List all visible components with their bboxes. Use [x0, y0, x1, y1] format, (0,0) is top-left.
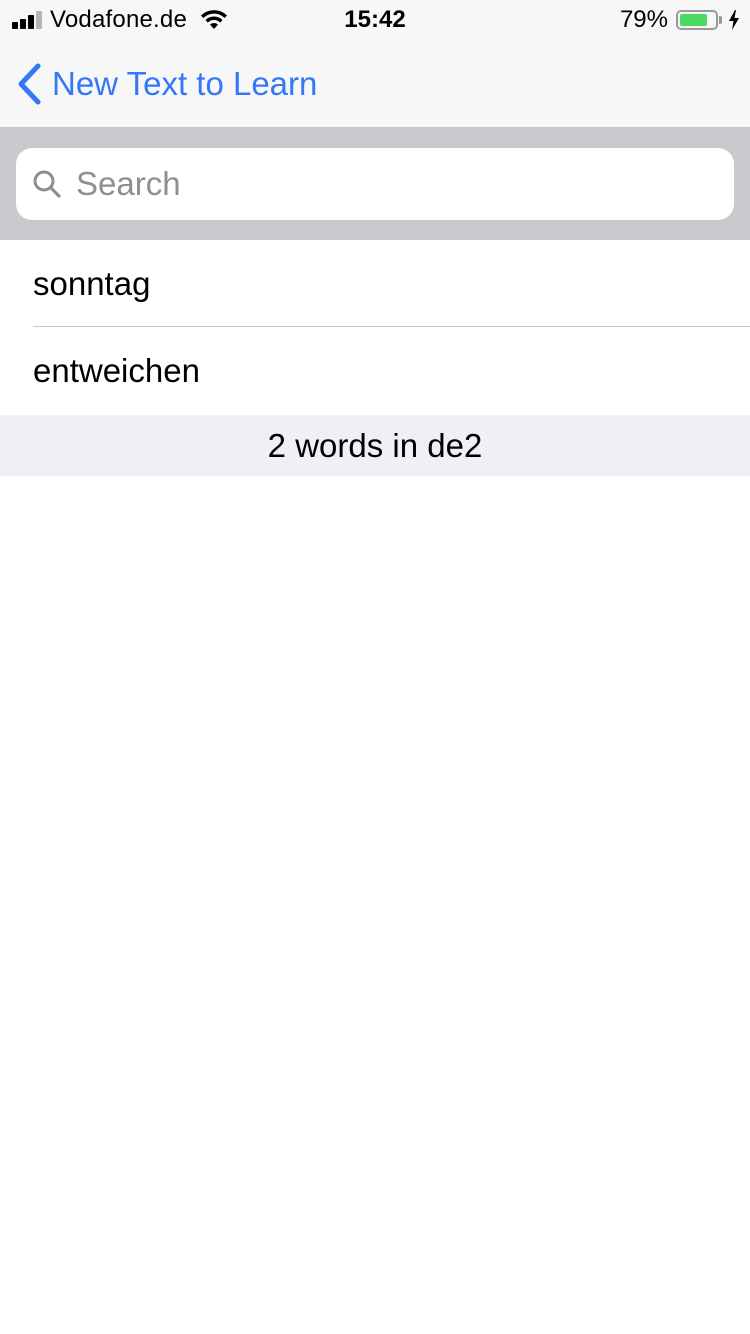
status-right: 79%	[620, 6, 740, 34]
search-input[interactable]	[74, 164, 698, 204]
screen: Vodafone.de 15:42 79% New Text to Learn …	[0, 0, 750, 1334]
search-icon	[32, 169, 62, 199]
word-label: sonntag	[33, 265, 151, 302]
search-field[interactable]	[16, 148, 734, 220]
list-item[interactable]: entweichen	[0, 327, 750, 414]
word-list: sonntag entweichen	[0, 240, 750, 414]
battery-percent: 79%	[619, 6, 668, 33]
chevron-left-icon	[16, 63, 42, 105]
battery-cap	[719, 16, 722, 24]
word-count-label: 2 words in de2	[267, 427, 483, 464]
battery-icon	[676, 10, 718, 30]
battery-fill	[680, 14, 707, 26]
word-label: entweichen	[33, 352, 200, 389]
back-button-label: New Text to Learn	[52, 65, 318, 102]
word-count-footer: 2 words in de2	[0, 415, 750, 476]
navigation-bar: New Text to Learn	[0, 40, 750, 128]
back-button[interactable]: New Text to Learn	[16, 62, 317, 106]
list-item[interactable]: sonntag	[0, 240, 750, 327]
status-bar: Vodafone.de 15:42 79%	[0, 0, 750, 40]
charging-bolt-icon	[728, 10, 740, 30]
search-bar	[0, 128, 750, 240]
